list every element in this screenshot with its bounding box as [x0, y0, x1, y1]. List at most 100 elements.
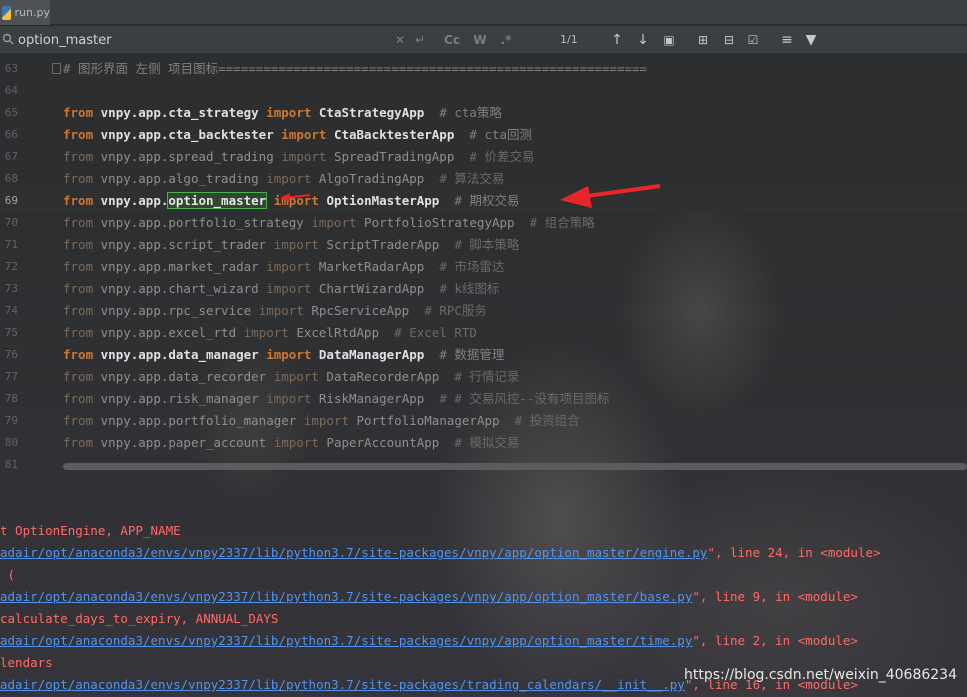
whole-word-button[interactable]: W — [472, 30, 488, 50]
code-token: import — [273, 435, 327, 450]
code-token: vnpy.app.paper_account — [100, 435, 274, 450]
traceback-file-link[interactable]: adair/opt/anaconda3/envs/vnpy2337/lib/py… — [0, 589, 692, 604]
code-line[interactable]: 72 from vnpy.app.market_radar import Mark… — [0, 256, 967, 278]
code-line[interactable]: 81 — [0, 454, 967, 476]
line-number: 78 — [4, 392, 18, 405]
code-token: # 价差交易 — [454, 149, 535, 164]
code-line[interactable]: 68 from vnpy.app.algo_trading import Algo… — [0, 168, 967, 190]
code-line[interactable]: 73 from vnpy.app.chart_wizard import Char… — [0, 278, 967, 300]
traceback-text: ", line 24, in <module> — [707, 545, 881, 560]
code-token: # RPC服务 — [409, 303, 487, 318]
code-token: DataRecorderApp — [326, 369, 440, 384]
code-token: from — [63, 259, 101, 274]
code-line[interactable]: 64 — [0, 80, 967, 102]
line-number: 63 — [4, 62, 18, 75]
line-number: 73 — [4, 282, 18, 295]
traceback-file-link[interactable]: adair/opt/anaconda3/envs/vnpy2337/lib/py… — [0, 677, 685, 692]
code-token: from — [63, 303, 101, 318]
traceback-text: ", line 2, in <module> — [692, 633, 858, 648]
console-line: adair/opt/anaconda3/envs/vnpy2337/lib/py… — [0, 542, 881, 564]
code-editor[interactable]: 63 # 图形界面 左侧 项目图标========================… — [0, 55, 967, 475]
code-token: vnpy.app.spread_trading — [100, 149, 282, 164]
select-all-icon[interactable]: ▣ — [660, 30, 678, 50]
next-occurrence-icon[interactable]: ↓ — [634, 30, 652, 50]
code-token: vnpy.app.cta_strategy — [100, 105, 267, 120]
code-token: from — [63, 149, 101, 164]
filter-icon[interactable]: ▼ — [802, 30, 820, 50]
console-line: calculate_days_to_expiry, ANNUAL_DAYS — [0, 608, 278, 630]
match-count: 1/1 — [560, 33, 578, 46]
code-line[interactable]: 74 from vnpy.app.rpc_service import RpcSe… — [0, 300, 967, 322]
match-case-button[interactable]: Cc — [444, 30, 460, 50]
code-token: import — [281, 127, 334, 142]
run-console[interactable]: t OptionEngine, APP_NAME adair/opt/anacon… — [0, 480, 967, 697]
code-token: import — [273, 369, 327, 384]
traceback-file-link[interactable]: adair/opt/anaconda3/envs/vnpy2337/lib/py… — [0, 633, 692, 648]
line-number: 69 — [4, 194, 18, 207]
code-token: from — [63, 435, 101, 450]
code-token: from — [63, 215, 101, 230]
add-selection-icon[interactable]: ⊞ — [694, 30, 712, 50]
code-text: from vnpy.app.spread_trading import Spre… — [63, 146, 534, 168]
traceback-text: ", line 9, in <module> — [692, 589, 858, 604]
code-token: AlgoTradingApp — [318, 171, 425, 186]
code-line[interactable]: 79 from vnpy.app.portfolio_manager import… — [0, 410, 967, 432]
search-input[interactable] — [18, 31, 388, 49]
code-token: # 组合策略 — [514, 215, 595, 230]
code-token: import — [281, 149, 334, 164]
code-token: from — [63, 171, 101, 186]
code-line[interactable]: 75 from vnpy.app.excel_rtd import ExcelRt… — [0, 322, 967, 344]
code-text: from vnpy.app.cta_strategy import CtaStr… — [63, 102, 502, 124]
traceback-file-link[interactable]: adair/opt/anaconda3/envs/vnpy2337/lib/py… — [0, 545, 707, 560]
traceback-text: lendars — [0, 655, 53, 670]
code-line[interactable]: 71 from vnpy.app.script_trader import Scr… — [0, 234, 967, 256]
code-token: vnpy.app.algo_trading — [100, 171, 267, 186]
line-number: 75 — [4, 326, 18, 339]
code-line[interactable]: 80 from vnpy.app.paper_account import Pap… — [0, 432, 967, 454]
line-number: 80 — [4, 436, 18, 449]
code-line[interactable]: 66 from vnpy.app.cta_backtester import Ct… — [0, 124, 967, 146]
line-number: 74 — [4, 304, 18, 317]
tab-run-py[interactable]: run.py — [0, 0, 50, 25]
code-token: # # 交易风控--没有项目图标 — [424, 391, 610, 406]
code-token: # 数据管理 — [424, 347, 505, 362]
remove-selection-icon[interactable]: ⊟ — [720, 30, 738, 50]
toggle-options-icon[interactable]: ≡ — [778, 30, 796, 50]
code-text: from vnpy.app.algo_trading import AlgoTr… — [63, 168, 504, 190]
code-line[interactable]: 63 # 图形界面 左侧 项目图标========================… — [0, 58, 967, 80]
code-line[interactable]: 76 from vnpy.app.data_manager import Data… — [0, 344, 967, 366]
select-all-occurrences-icon[interactable]: ☑ — [744, 30, 762, 50]
code-token: # Excel RTD — [379, 325, 477, 340]
code-token: # 投资组合 — [499, 413, 580, 428]
code-line[interactable]: 78 from vnpy.app.risk_manager import Risk… — [0, 388, 967, 410]
code-token: RpcServiceApp — [311, 303, 410, 318]
clear-icon[interactable]: ✕ — [392, 30, 408, 50]
code-token: OptionMasterApp — [326, 193, 440, 208]
code-token: import — [303, 413, 357, 428]
fold-marker-icon[interactable] — [52, 63, 61, 74]
code-text: from vnpy.app.excel_rtd import ExcelRtdA… — [63, 322, 477, 344]
line-number: 72 — [4, 260, 18, 273]
history-icon[interactable]: ↵ — [412, 30, 428, 50]
code-token: PortfolioStrategyApp — [364, 215, 515, 230]
code-token: ChartWizardApp — [318, 281, 425, 296]
code-token: # 行情记录 — [439, 369, 520, 384]
prev-occurrence-icon[interactable]: ↑ — [608, 30, 626, 50]
line-number: 81 — [4, 458, 18, 471]
code-line[interactable]: 67 from vnpy.app.spread_trading import Sp… — [0, 146, 967, 168]
traceback-text: ( — [0, 567, 16, 582]
line-number: 70 — [4, 216, 18, 229]
code-text: from vnpy.app.script_trader import Scrip… — [63, 234, 519, 256]
code-line[interactable]: 70 from vnpy.app.portfolio_strategy impor… — [0, 212, 967, 234]
code-line[interactable]: 69 from vnpy.app.option_master import Opt… — [0, 190, 967, 212]
code-line[interactable]: 65 from vnpy.app.cta_strategy import CtaS… — [0, 102, 967, 124]
code-token: ScriptTraderApp — [326, 237, 440, 252]
line-number: 68 — [4, 172, 18, 185]
python-file-icon — [2, 5, 11, 20]
code-token: vnpy.app.chart_wizard — [100, 281, 267, 296]
code-token: from — [63, 105, 101, 120]
watermark: https://blog.csdn.net/weixin_40686234 — [683, 667, 957, 683]
code-line[interactable]: 77 from vnpy.app.data_recorder import Dat… — [0, 366, 967, 388]
search-icon[interactable] — [2, 33, 14, 45]
regex-button[interactable]: .* — [498, 30, 514, 50]
